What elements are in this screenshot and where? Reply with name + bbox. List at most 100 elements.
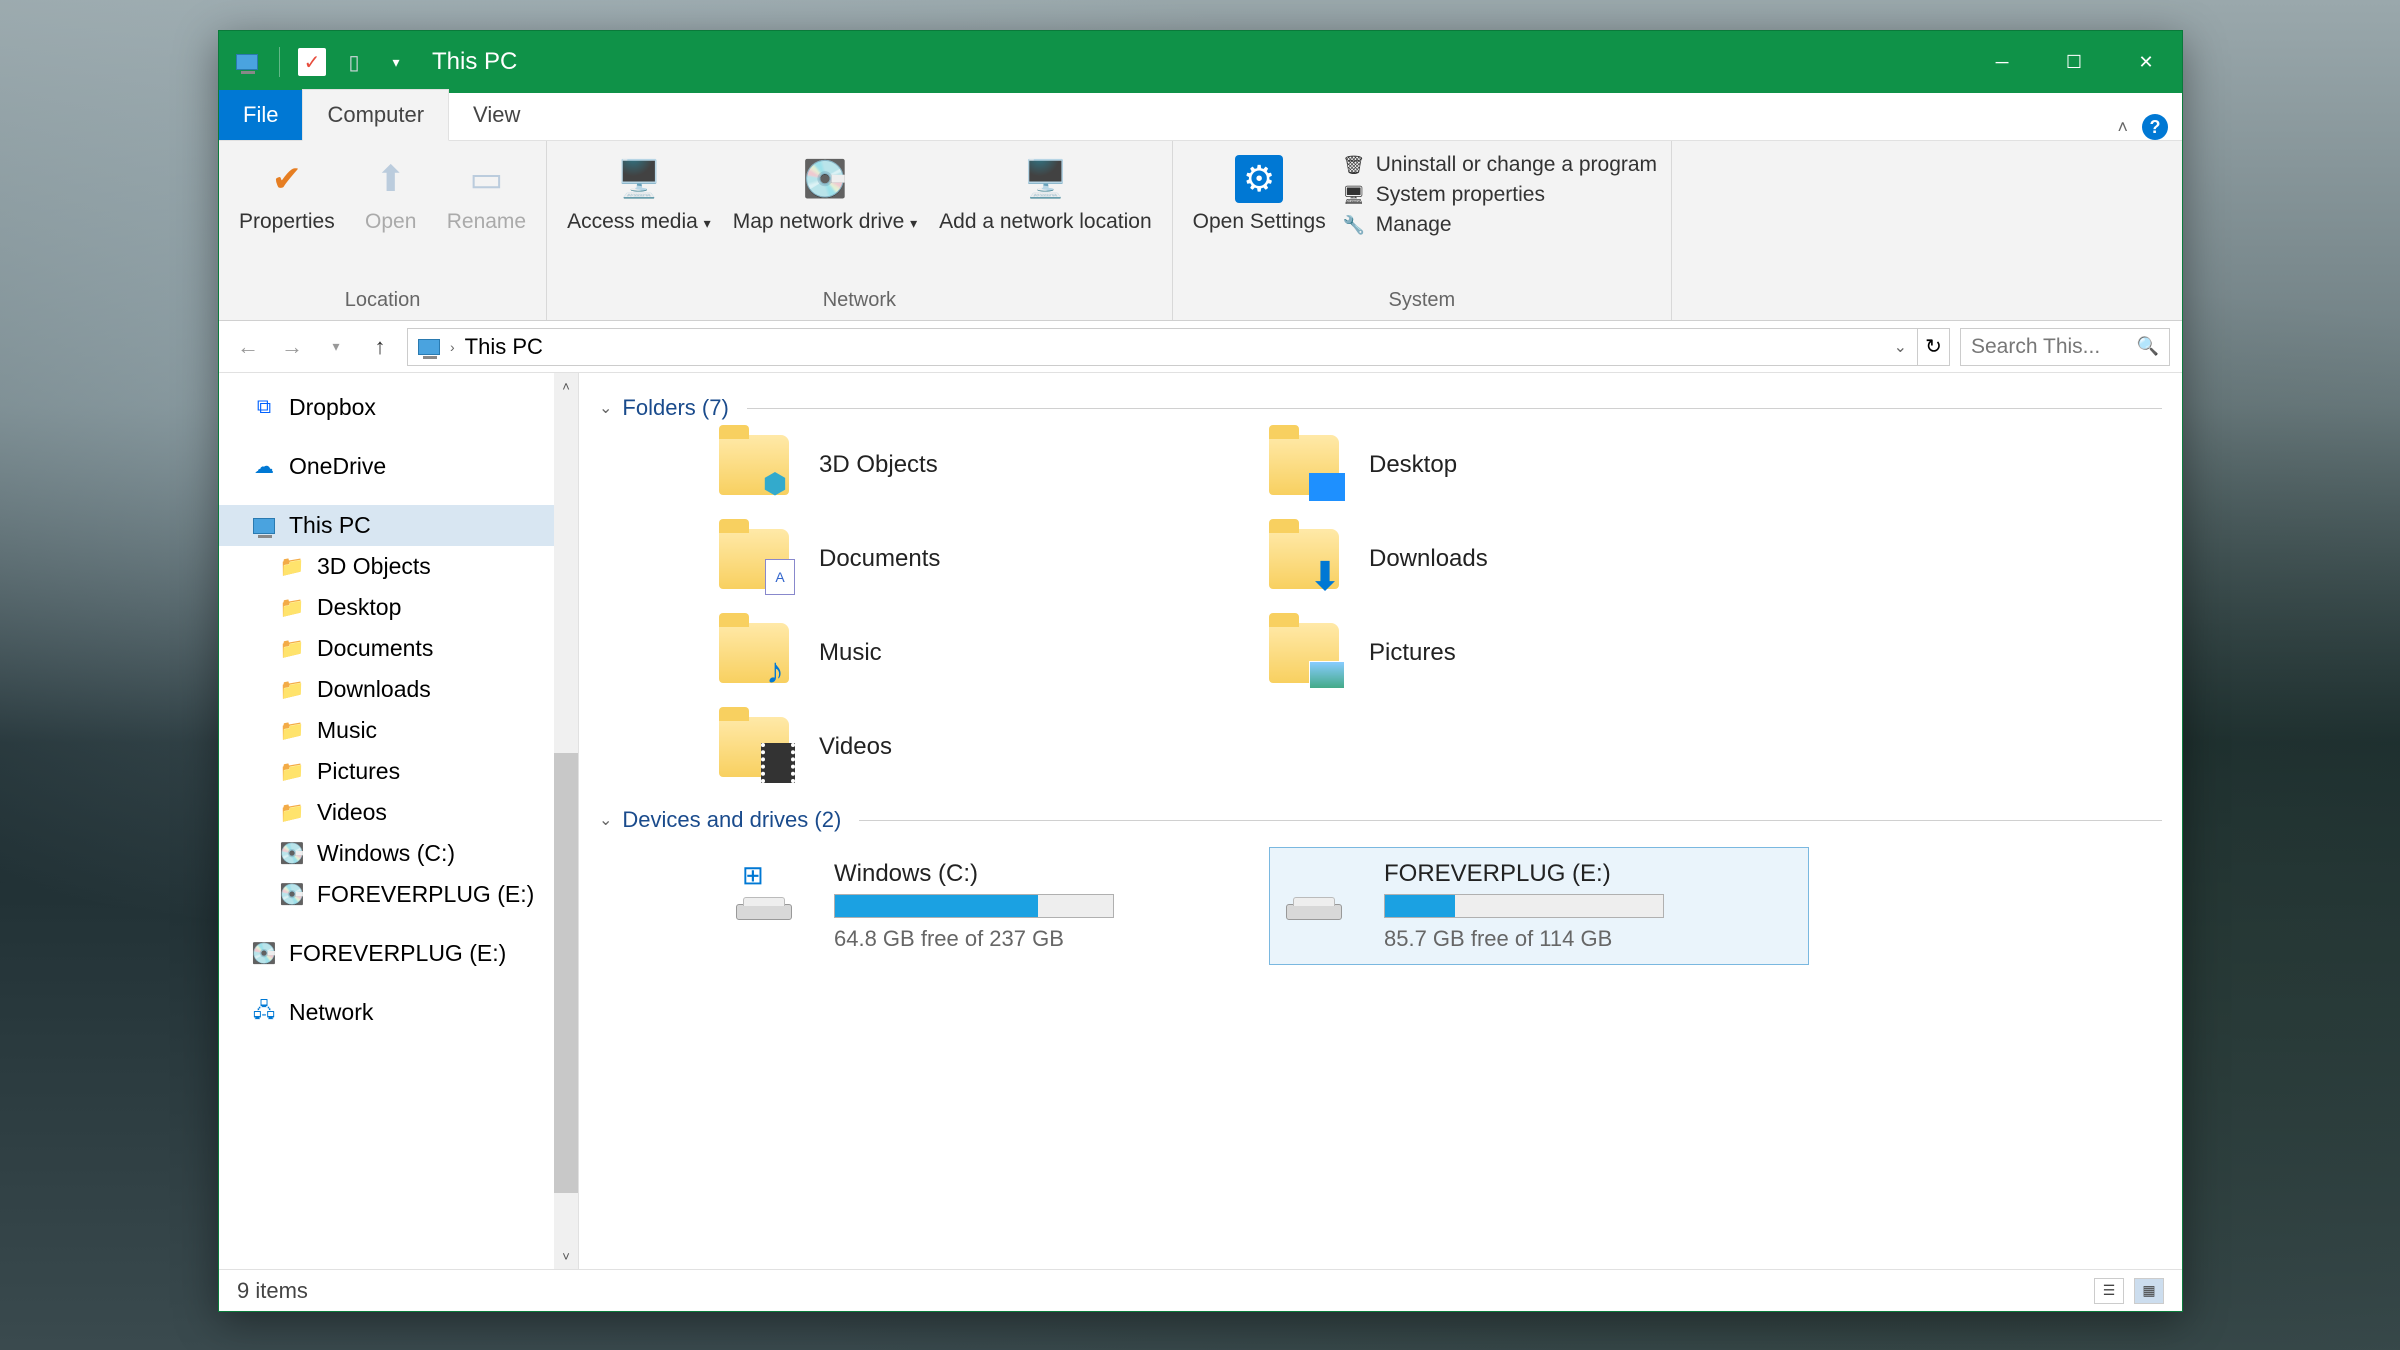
status-item-count: 9 items xyxy=(237,1278,308,1304)
open-settings-button[interactable]: ⚙ Open Settings xyxy=(1187,149,1332,285)
music-note-icon: ♪ xyxy=(755,653,795,689)
cube-icon: ⬢ xyxy=(755,465,795,501)
folder-desktop[interactable]: Desktop xyxy=(1269,435,1809,495)
sidebar-item-videos[interactable]: 📁Videos xyxy=(219,792,578,833)
tab-file[interactable]: File xyxy=(219,90,302,140)
checklist-icon[interactable]: ✓ xyxy=(298,48,326,76)
folder-pictures[interactable]: Pictures xyxy=(1269,623,1809,683)
sidebar-item-windows-c[interactable]: 💽Windows (C:) xyxy=(219,833,578,874)
desktop-icon xyxy=(1309,473,1345,501)
sidebar-item-foreverplug-e[interactable]: 💽FOREVERPLUG (E:) xyxy=(219,874,578,915)
address-segment[interactable]: This PC xyxy=(465,334,543,360)
ribbon-group-network: 🖥️ Access media ▾ 💽 Map network drive ▾ … xyxy=(547,141,1173,320)
tiles-view-button[interactable]: ▦ xyxy=(2134,1278,2164,1304)
downloads-icon: 📁 xyxy=(279,677,305,703)
drive-foreverplug-e[interactable]: FOREVERPLUG (E:) 85.7 GB free of 114 GB xyxy=(1269,847,1809,965)
disk-icon: 💽 xyxy=(279,841,305,867)
back-button[interactable]: ← xyxy=(231,330,265,364)
qat-dropdown-icon[interactable]: ▾ xyxy=(382,48,410,76)
tab-computer[interactable]: Computer xyxy=(302,89,449,141)
pc-icon xyxy=(418,339,440,355)
sidebar-item-foreverplug-e-root[interactable]: 💽FOREVERPLUG (E:) xyxy=(219,933,578,974)
media-icon: 🖥️ xyxy=(615,155,663,203)
section-folders[interactable]: ⌄ Folders (7) xyxy=(599,395,2162,421)
documents-icon: 📁 xyxy=(279,636,305,662)
rename-icon: ▭ xyxy=(462,155,510,203)
pictures-icon: 📁 xyxy=(279,759,305,785)
pc-icon xyxy=(251,513,277,539)
address-box[interactable]: › This PC ⌄ xyxy=(407,328,1918,366)
ribbon-group-location: ✔ Properties ⬆ Open ▭ Rename Location xyxy=(219,141,547,320)
minimize-button[interactable]: ─ xyxy=(1966,31,2038,93)
music-icon: 📁 xyxy=(279,718,305,744)
sidebar-item-desktop[interactable]: 📁Desktop xyxy=(219,587,578,628)
address-bar: ← → ▾ ↑ › This PC ⌄ ↻ Search This... 🔍 xyxy=(219,321,2182,373)
chevron-right-icon[interactable]: › xyxy=(450,339,455,355)
forward-button: → xyxy=(275,330,309,364)
ribbon: ✔ Properties ⬆ Open ▭ Rename Location 🖥️… xyxy=(219,141,2182,321)
sidebar-item-3d-objects[interactable]: 📁3D Objects xyxy=(219,546,578,587)
sidebar-item-music[interactable]: 📁Music xyxy=(219,710,578,751)
scroll-thumb[interactable] xyxy=(554,753,578,1193)
download-arrow-icon: ⬇ xyxy=(1305,559,1345,595)
onedrive-icon: ☁ xyxy=(251,454,277,480)
quick-access-toolbar: ✓ ▯ ▾ xyxy=(219,47,410,77)
sidebar-item-downloads[interactable]: 📁Downloads xyxy=(219,669,578,710)
sidebar-item-this-pc[interactable]: This PC xyxy=(219,505,578,546)
sidebar-item-network[interactable]: 🖧Network xyxy=(219,992,578,1033)
scroll-up-icon[interactable]: ˄ xyxy=(554,373,578,399)
manage-icon: 🔧 xyxy=(1342,213,1366,237)
address-dropdown-icon[interactable]: ⌄ xyxy=(1894,337,1907,357)
uninstall-button[interactable]: 🗑Uninstall or change a program xyxy=(1342,153,1657,177)
properties-button[interactable]: ✔ Properties xyxy=(233,149,341,285)
navigation-pane: ⧉Dropbox ☁OneDrive This PC 📁3D Objects 📁… xyxy=(219,373,579,1269)
gear-icon: ⚙ xyxy=(1235,155,1283,203)
folder-icon: 📁 xyxy=(279,554,305,580)
sidebar-item-documents[interactable]: 📁Documents xyxy=(219,628,578,669)
sidebar-item-onedrive[interactable]: ☁OneDrive xyxy=(219,446,578,487)
capacity-bar xyxy=(1384,894,1664,918)
document-icon[interactable]: ▯ xyxy=(340,48,368,76)
properties-icon: 🖥 xyxy=(1342,183,1366,207)
collapse-ribbon-icon[interactable]: ˄ xyxy=(2117,117,2128,138)
system-properties-button[interactable]: 🖥System properties xyxy=(1342,183,1657,207)
checkmark-icon: ✔ xyxy=(263,155,311,203)
map-drive-button[interactable]: 💽 Map network drive ▾ xyxy=(727,149,923,285)
details-view-button[interactable]: ☰ xyxy=(2094,1278,2124,1304)
network-icon: 🖧 xyxy=(251,1000,277,1026)
open-icon: ⬆ xyxy=(367,155,415,203)
picture-icon xyxy=(1309,661,1345,689)
explorer-window: ✓ ▯ ▾ This PC ─ ☐ ✕ File Computer View ˄… xyxy=(218,30,2183,1312)
search-input[interactable]: Search This... 🔍 xyxy=(1960,328,2170,366)
add-network-location-button[interactable]: 🖥️ Add a network location xyxy=(933,149,1157,285)
folder-downloads[interactable]: ⬇Downloads xyxy=(1269,529,1809,589)
disk-icon: 💽 xyxy=(279,882,305,908)
content-pane: ⌄ Folders (7) ⬢3D Objects Desktop ADocum… xyxy=(579,373,2182,1269)
sidebar-scrollbar[interactable]: ˄ ˅ xyxy=(554,373,578,1269)
os-disk-icon: ⊞ xyxy=(736,860,806,920)
close-button[interactable]: ✕ xyxy=(2110,31,2182,93)
refresh-button[interactable]: ↻ xyxy=(1918,328,1950,366)
tab-view[interactable]: View xyxy=(449,90,544,140)
drive-icon: 💽 xyxy=(801,155,849,203)
search-icon: 🔍 xyxy=(2137,336,2159,357)
recent-dropdown-icon[interactable]: ▾ xyxy=(319,330,353,364)
window-controls: ─ ☐ ✕ xyxy=(1966,31,2182,93)
section-drives[interactable]: ⌄ Devices and drives (2) xyxy=(599,807,2162,833)
pc-icon xyxy=(233,48,261,76)
network-location-icon: 🖥️ xyxy=(1021,155,1069,203)
folder-music[interactable]: ♪Music xyxy=(719,623,1259,683)
help-icon[interactable]: ? xyxy=(2142,114,2168,140)
sidebar-item-dropbox[interactable]: ⧉Dropbox xyxy=(219,387,578,428)
access-media-button[interactable]: 🖥️ Access media ▾ xyxy=(561,149,717,285)
folder-documents[interactable]: ADocuments xyxy=(719,529,1259,589)
sidebar-item-pictures[interactable]: 📁Pictures xyxy=(219,751,578,792)
folder-3d-objects[interactable]: ⬢3D Objects xyxy=(719,435,1259,495)
drive-windows-c[interactable]: ⊞ Windows (C:) 64.8 GB free of 237 GB xyxy=(719,847,1259,965)
up-button[interactable]: ↑ xyxy=(363,330,397,364)
disk-icon: 💽 xyxy=(251,941,277,967)
manage-button[interactable]: 🔧Manage xyxy=(1342,213,1657,237)
folder-videos[interactable]: Videos xyxy=(719,717,1259,777)
scroll-down-icon[interactable]: ˅ xyxy=(554,1243,578,1269)
maximize-button[interactable]: ☐ xyxy=(2038,31,2110,93)
